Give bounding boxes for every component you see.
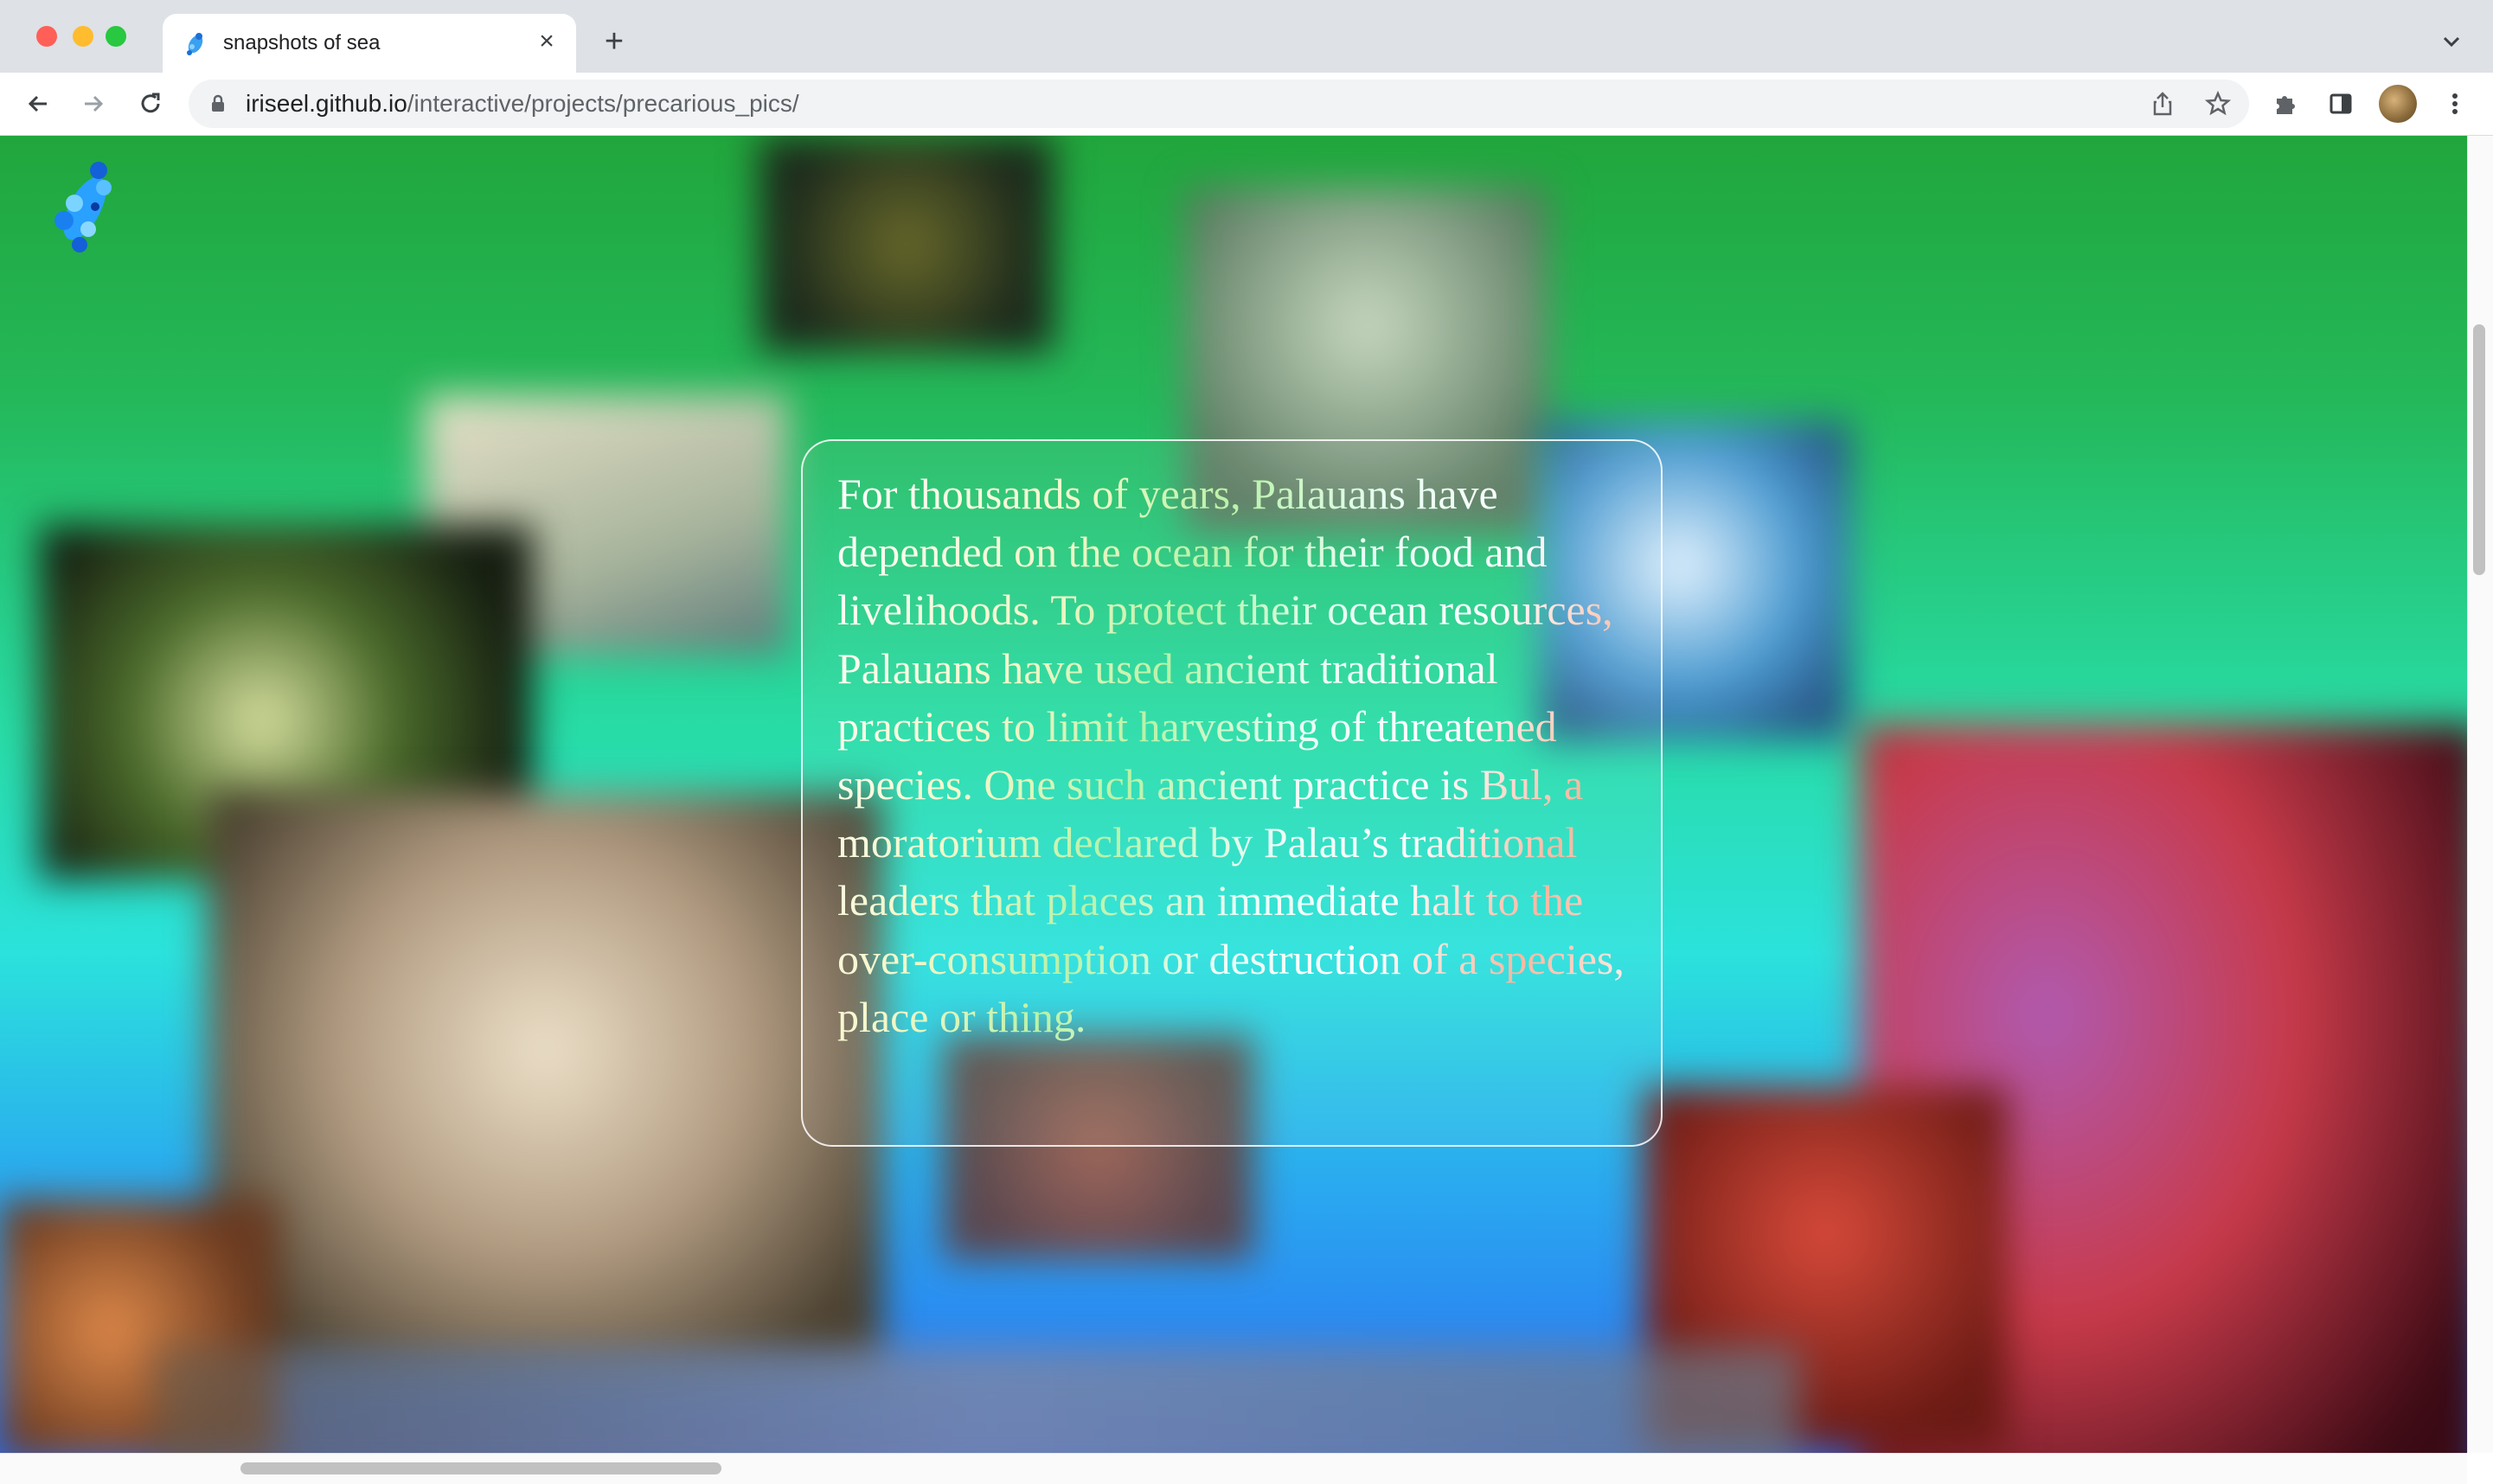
vertical-scrollbar[interactable] [2467, 136, 2493, 1453]
info-paragraph: For thousands of years, Palauans have de… [837, 465, 1642, 1046]
new-tab-button[interactable]: + [597, 24, 631, 59]
blurred-photo-shells [208, 793, 882, 1364]
url-text[interactable]: iriseel.github.io/interactive/projects/p… [246, 90, 799, 118]
url-path: /interactive/projects/precarious_pics/ [407, 90, 799, 117]
forward-button[interactable] [78, 88, 109, 119]
close-tab-icon[interactable]: × [533, 28, 561, 55]
horizontal-scrollbar[interactable] [0, 1453, 2467, 1484]
fish-icon [187, 33, 203, 55]
blurred-photo-bottom-center [156, 1346, 1799, 1453]
tab-title: snapshots of sea [223, 31, 381, 54]
horizontal-scroll-thumb[interactable] [240, 1462, 721, 1474]
address-bar[interactable]: iriseel.github.io/interactive/projects/p… [189, 80, 2249, 128]
browser-tab[interactable]: snapshots of sea × [163, 14, 576, 73]
share-icon[interactable] [2149, 90, 2176, 118]
arrow-right-icon [85, 95, 104, 112]
info-text-card: For thousands of years, Palauans have de… [801, 439, 1663, 1147]
back-button[interactable] [22, 88, 54, 119]
extensions-puzzle-icon[interactable] [2272, 90, 2299, 118]
url-host: iriseel.github.io [246, 90, 407, 117]
vertical-scroll-thumb[interactable] [2473, 324, 2485, 575]
tab-strip: snapshots of sea × + [0, 0, 2493, 73]
chevron-down-icon[interactable] [2438, 28, 2465, 55]
arrow-left-icon [28, 95, 47, 112]
reload-button[interactable] [135, 88, 166, 119]
bookmark-star-icon[interactable] [2204, 90, 2232, 118]
reload-icon [141, 93, 160, 113]
page-viewport: For thousands of years, Palauans have de… [0, 136, 2467, 1453]
maximize-window-button[interactable] [106, 26, 126, 47]
profile-avatar[interactable] [2379, 85, 2417, 123]
more-vertical-icon[interactable] [2441, 90, 2469, 118]
browser-toolbar: iriseel.github.io/interactive/projects/p… [0, 73, 2493, 136]
side-panel-icon[interactable] [2327, 90, 2355, 118]
koi-fish-icon[interactable] [45, 158, 123, 253]
close-window-button[interactable] [36, 26, 57, 47]
lock-icon[interactable] [208, 93, 228, 114]
minimize-window-button[interactable] [73, 26, 93, 47]
blurred-photo-top-dark [759, 136, 1054, 352]
